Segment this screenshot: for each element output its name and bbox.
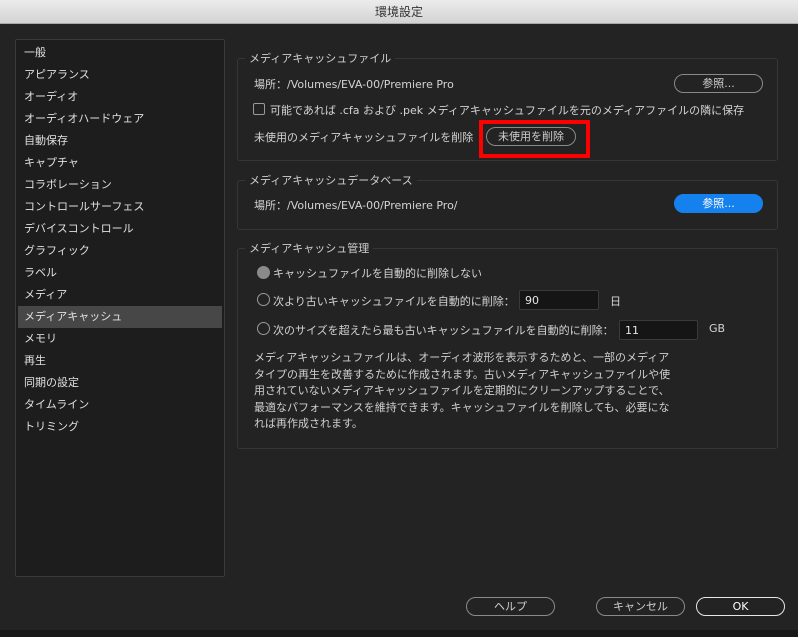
group-title: メディアキャッシュデータベース [245, 172, 417, 188]
cancel-button[interactable]: キャンセル [596, 597, 685, 616]
sidebar-item[interactable]: コラボレーション [18, 174, 222, 196]
radio-no-auto-delete[interactable] [257, 266, 270, 279]
sidebar-item[interactable]: 一般 [18, 42, 222, 64]
ok-button[interactable]: OK [696, 597, 785, 616]
sidebar-item[interactable]: 再生 [18, 350, 222, 372]
sidebar-item[interactable]: 同期の設定 [18, 372, 222, 394]
bottom-edge [0, 630, 798, 637]
cache-files-location: 場所：/Volumes/EVA-00/Premiere Pro [254, 78, 454, 91]
sidebar-item[interactable]: オーディオ [18, 86, 222, 108]
radio-no-auto-delete-label: キャッシュファイルを自動的に削除しない [273, 267, 482, 280]
save-next-to-originals-checkbox[interactable] [253, 103, 265, 115]
sidebar-item[interactable]: タイムライン [18, 394, 222, 416]
sidebar-item[interactable]: グラフィック [18, 240, 222, 262]
sidebar-item[interactable]: メディアキャッシュ [18, 306, 222, 328]
group-title: メディアキャッシュファイル [245, 50, 396, 66]
sidebar-item[interactable]: キャプチャ [18, 152, 222, 174]
sidebar-item[interactable]: 自動保存 [18, 130, 222, 152]
sidebar-item[interactable]: ラベル [18, 262, 222, 284]
radio-delete-over-size-label: 次のサイズを超えたら最も古いキャッシュファイルを自動的に削除： [273, 324, 614, 337]
radio-delete-older-label: 次より古いキャッシュファイルを自動的に削除： [273, 295, 515, 308]
sidebar: 一般 アピアランス オーディオ オーディオハードウェア 自動保存 キャプチャ コラボレーショ… [15, 39, 225, 577]
sidebar-item[interactable]: アピアランス [18, 64, 222, 86]
radio-delete-older[interactable] [257, 293, 270, 306]
group-title: メディアキャッシュ管理 [245, 240, 374, 256]
highlight-box [479, 120, 590, 158]
save-next-to-originals-label: 可能であれば .cfa および .pek メディアキャッシュファイルを元のメディ… [270, 104, 745, 117]
cache-db-location: 場所：/Volumes/EVA-00/Premiere Pro/ [254, 199, 458, 212]
sidebar-item[interactable]: コントロールサーフェス [18, 196, 222, 218]
help-button[interactable]: ヘルプ [466, 597, 555, 616]
size-gb-input[interactable] [619, 320, 698, 340]
remove-unused-label: 未使用のメディアキャッシュファイルを削除 [254, 131, 474, 144]
sidebar-item[interactable]: トリミング [18, 416, 222, 438]
cache-files-browse-button[interactable]: 参照... [674, 74, 763, 93]
age-unit-label: 日 [610, 295, 621, 308]
size-unit-label: GB [709, 322, 726, 335]
sidebar-item[interactable]: デバイスコントロール [18, 218, 222, 240]
title-bar: 環境設定 [0, 0, 798, 24]
sidebar-item[interactable]: メディア [18, 284, 222, 306]
age-days-input[interactable] [519, 290, 599, 310]
cache-db-browse-button[interactable]: 参照... [674, 194, 763, 213]
cache-description: メディアキャッシュファイルは、オーディオ波形を表示するためと、一部のメディアタイ… [254, 351, 671, 430]
radio-delete-over-size[interactable] [257, 322, 270, 335]
sidebar-item[interactable]: オーディオハードウェア [18, 108, 222, 130]
sidebar-item[interactable]: メモリ [18, 328, 222, 350]
